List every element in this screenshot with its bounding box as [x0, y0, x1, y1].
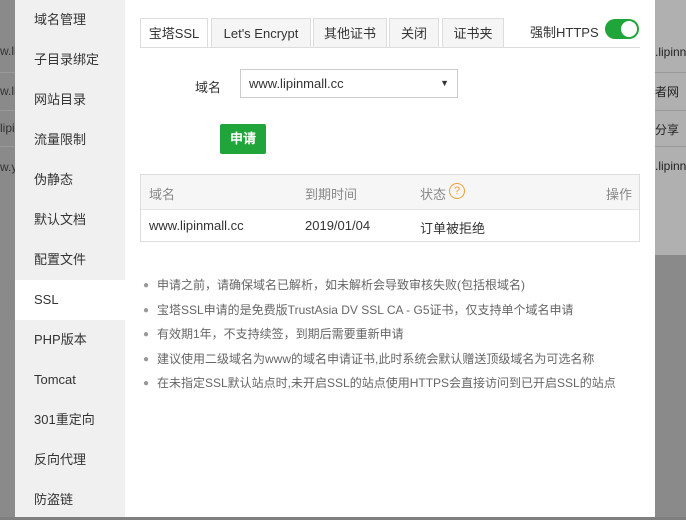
certificate-table: 域名 到期时间 状态 ? 操作 www.lipinmall.cc 2019/01… [140, 174, 640, 242]
column-header-action: 操作 [606, 187, 633, 202]
table-header: 域名 到期时间 状态 ? 操作 [141, 175, 639, 210]
sidebar-item-site-directory[interactable]: 网站目录 [15, 80, 125, 120]
site-settings-sidebar: 域名管理 子目录绑定 网站目录 流量限制 伪静态 默认文档 配置文件 SSL P… [15, 0, 125, 517]
force-https-label: 强制HTTPS [530, 25, 599, 40]
domain-select[interactable]: www.lipinmall.cc ▼ [240, 69, 458, 98]
sidebar-item-php-version[interactable]: PHP版本 [15, 320, 125, 360]
background-text: w.li [0, 84, 15, 98]
tab-certificate-folder[interactable]: 证书夹 [442, 18, 504, 48]
sidebar-item-ssl[interactable]: SSL [15, 280, 125, 320]
tab-baota-ssl[interactable]: 宝塔SSL [140, 18, 208, 48]
bullet-icon: ● [143, 304, 150, 316]
sidebar-item-tomcat[interactable]: Tomcat [15, 360, 125, 400]
bullet-icon: ● [143, 353, 150, 365]
tab-close-ssl[interactable]: 关闭 [389, 18, 439, 48]
dropdown-arrow-icon: ▼ [440, 78, 449, 88]
sidebar-item-traffic-limit[interactable]: 流量限制 [15, 120, 125, 160]
cell-domain: www.lipinmall.cc [149, 218, 244, 233]
tab-lets-encrypt[interactable]: Let's Encrypt [211, 18, 311, 48]
background-text: .lipinn [655, 45, 686, 59]
column-header-domain: 域名 [149, 187, 176, 202]
apply-button[interactable]: 申请 [220, 124, 266, 154]
background-text: w.li [0, 44, 15, 58]
sidebar-item-rewrite[interactable]: 伪静态 [15, 160, 125, 200]
bullet-icon: ● [143, 329, 150, 340]
column-header-expiry: 到期时间 [305, 187, 358, 202]
sidebar-item-reverse-proxy[interactable]: 反向代理 [15, 440, 125, 480]
force-https-toggle[interactable] [605, 19, 639, 39]
bullet-icon: ● [143, 280, 150, 291]
ssl-notes-list: ● 申请之前，请确保域名已解析，如未解析会导致审核失败(包括根域名) ● 宝塔SSL… [143, 276, 643, 399]
help-icon[interactable]: ? [449, 183, 465, 199]
background-text: .lipinn [655, 159, 686, 173]
sidebar-item-default-document[interactable]: 默认文档 [15, 200, 125, 240]
list-item: ● 有效期1年，不支持续签，到期后需要重新申请 [143, 327, 404, 341]
list-item: ● 建议使用二级域名为www的域名申请证书,此时系统会默认赠送顶级域名为可选名称 [143, 351, 595, 366]
toggle-knob [621, 21, 637, 37]
cell-status: 订单被拒绝 [420, 221, 486, 236]
domain-select-value: www.lipinmall.cc [249, 76, 344, 91]
sidebar-item-hotlink-protection[interactable]: 防盗链 [15, 480, 125, 520]
domain-label: 域名 [195, 80, 222, 95]
list-item: ● 申请之前，请确保域名已解析，如未解析会导致审核失败(包括根域名) [143, 278, 525, 292]
list-item: ● 宝塔SSL申请的是免费版TrustAsia DV SSL CA - G5证书，… [143, 302, 574, 317]
background-text: w.y [0, 160, 15, 174]
background-text: lipi [0, 121, 15, 135]
background-page-left: w.li w.li lipi w.y [0, 0, 15, 517]
sidebar-item-config-file[interactable]: 配置文件 [15, 240, 125, 280]
cell-expiry: 2019/01/04 [305, 218, 371, 233]
tab-other-certificate[interactable]: 其他证书 [313, 18, 387, 48]
list-item: ● 在未指定SSL默认站点时,未开启SSL的站点使用HTTPS会直接访问到已开启S… [143, 376, 616, 390]
sidebar-item-domain-management[interactable]: 域名管理 [15, 0, 125, 40]
background-page-right: .lipinn 者网 分享 .lipinn [655, 0, 686, 517]
background-text: 者网 [655, 85, 680, 99]
sidebar-item-301-redirect[interactable]: 301重定向 [15, 400, 125, 440]
bullet-icon: ● [143, 378, 150, 389]
ssl-panel: 宝塔SSL Let's Encrypt 其他证书 关闭 证书夹 强制HTTPS … [125, 0, 655, 517]
tabs-divider [140, 47, 640, 48]
sidebar-item-subdirectory-binding[interactable]: 子目录绑定 [15, 40, 125, 80]
column-header-status: 状态 [420, 187, 447, 202]
background-text: 分享 [655, 123, 680, 137]
